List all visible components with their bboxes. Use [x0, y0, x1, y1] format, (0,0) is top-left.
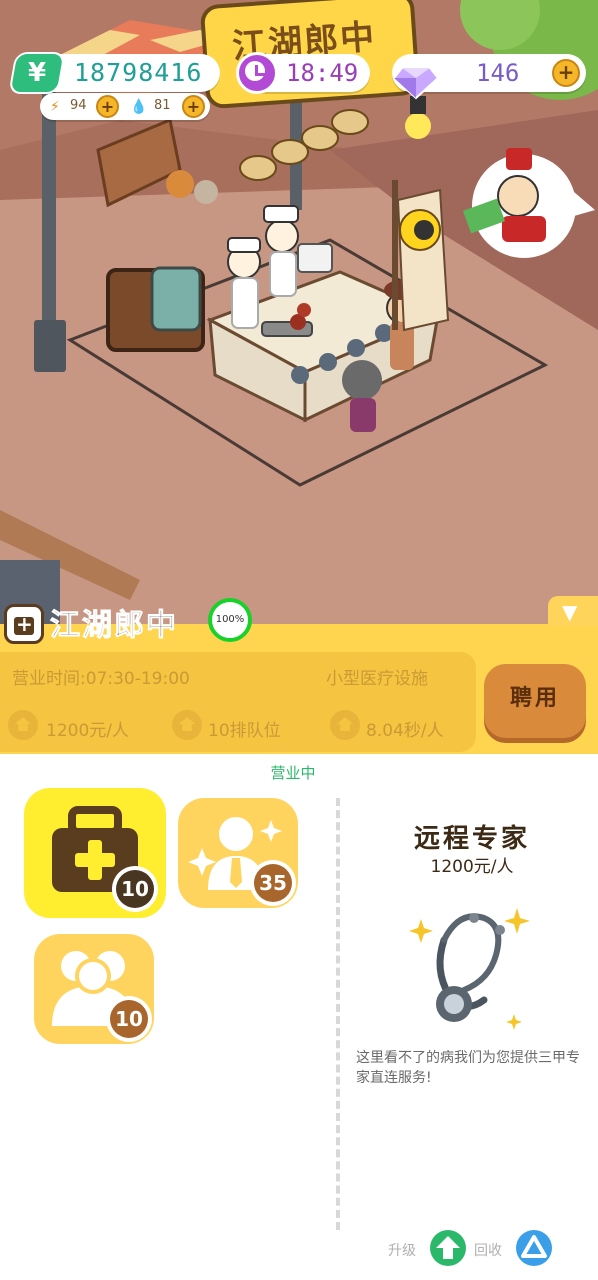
count-badge: 10: [106, 996, 152, 1042]
recycle-label: 回收: [474, 1243, 502, 1259]
count-badge: 35: [250, 860, 296, 906]
facility-category: 小型医疗设施: [326, 669, 428, 689]
queue-slots: 10排队位: [208, 721, 281, 741]
service-speed: 8.04秒/人: [366, 721, 444, 741]
resource-bar: ⚡ 94 + 💧 81 +: [40, 93, 210, 120]
water-value: 81: [154, 98, 171, 113]
business-hours: 营业时间:07:30-19:00: [12, 669, 190, 689]
energy-icon: ⚡: [50, 99, 60, 115]
add-water-button[interactable]: +: [182, 95, 205, 118]
detail-description: 这里看不了的病我们为您提供三甲专家直连服务!: [356, 1050, 580, 1086]
medical-kit-icon: [4, 604, 44, 644]
feature-expert-button[interactable]: 35: [178, 798, 298, 908]
upgrade-button[interactable]: [430, 1230, 466, 1266]
hire-button[interactable]: 聘用: [484, 664, 586, 738]
gem-counter[interactable]: 146 +: [392, 54, 586, 100]
recycle-icon: [521, 1235, 547, 1258]
bottom-actions: 升级 回收: [388, 1228, 588, 1268]
recycle-button[interactable]: [516, 1230, 552, 1266]
money-counter[interactable]: ¥ 18798416: [8, 52, 220, 94]
clock-icon: [236, 52, 278, 94]
add-gems-button[interactable]: +: [552, 59, 580, 87]
feature-patients-button[interactable]: 10: [34, 934, 154, 1044]
gem-icon: [392, 67, 440, 100]
water-drop-icon: 💧: [130, 99, 148, 115]
count-badge: 10: [112, 866, 158, 912]
game-scene[interactable]: 江湖郎中 ¥ 18798416 ⚡ 94 + 💧 81 + 18:49 146 …: [0, 0, 598, 640]
collapse-panel-button[interactable]: ▼: [548, 596, 598, 626]
business-status: 营业中: [270, 764, 316, 782]
detail-title: 远程专家: [413, 824, 530, 854]
price-icon: [8, 710, 38, 740]
time-display: 18:49: [236, 52, 370, 94]
feature-medical-kit-button[interactable]: 10: [24, 788, 166, 918]
arrow-up-icon: [436, 1236, 460, 1259]
facility-header: 江湖郎中 100%: [0, 596, 260, 652]
detail-price: 1200元/人: [430, 857, 514, 877]
queue-icon: [172, 710, 202, 740]
chevron-down-icon: ▼: [562, 600, 578, 624]
facility-name: 江湖郎中: [50, 608, 178, 644]
gem-value: 146: [476, 59, 520, 87]
price-per-person: 1200元/人: [46, 721, 129, 741]
upgrade-label: 升级: [388, 1243, 416, 1259]
facility-progress: 100%: [208, 598, 252, 642]
money-value: 18798416: [74, 58, 203, 87]
panel-divider: [336, 798, 340, 1230]
time-value: 18:49: [286, 59, 359, 87]
stethoscope-icon: [409, 908, 530, 1030]
money-icon: ¥: [8, 52, 66, 94]
facility-stats-panel: 营业时间:07:30-19:00 小型医疗设施 1200元/人 10排队位 8.…: [0, 652, 476, 752]
speed-icon: [330, 710, 360, 740]
energy-value: 94: [70, 98, 87, 113]
add-energy-button[interactable]: +: [96, 95, 119, 118]
